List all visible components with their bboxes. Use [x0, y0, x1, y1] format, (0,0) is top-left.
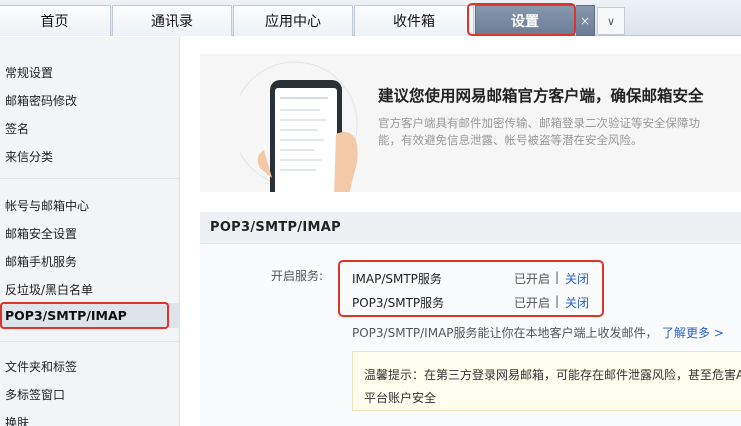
- sidebar-divider: [0, 178, 180, 179]
- tip-text-line-1: 温馨提示：在第三方登录网易邮箱，可能存在邮件泄露风险，甚至危害Ap: [364, 368, 741, 382]
- warning-tip-box: 温馨提示：在第三方登录网易邮箱，可能存在邮件泄露风险，甚至危害Ap 平台账户安全: [352, 351, 741, 411]
- sidebar-item-security[interactable]: 邮箱安全设置: [5, 225, 77, 242]
- tab-home[interactable]: 首页: [0, 5, 111, 36]
- sidebar-item-folders-tags[interactable]: 文件夹和标签: [5, 358, 77, 375]
- tab-contacts[interactable]: 通讯录: [112, 5, 232, 36]
- sidebar-item-signature[interactable]: 签名: [5, 120, 29, 137]
- sidebar-item-multi-tab[interactable]: 多标签窗口: [5, 386, 65, 403]
- highlight-box-settings-tab: [467, 3, 576, 36]
- sidebar-item-mobile-service[interactable]: 邮箱手机服务: [5, 253, 77, 270]
- client-promo-banner: 建议您使用网易邮箱官方客户端，确保邮箱安全 官方客户端具有邮件加密传输、邮箱登录…: [200, 54, 741, 192]
- tab-inbox[interactable]: 收件箱: [354, 5, 474, 36]
- sidebar-item-password[interactable]: 邮箱密码修改: [5, 92, 77, 109]
- tab-bar: 首页 通讯录 应用中心 收件箱 设置 × ∨: [0, 0, 741, 36]
- highlight-box-services: [338, 260, 604, 317]
- learn-more-link[interactable]: 了解更多 >: [662, 324, 724, 341]
- sidebar-item-anti-spam[interactable]: 反垃圾/黑白名单: [5, 281, 93, 298]
- tab-app-center[interactable]: 应用中心: [233, 5, 353, 36]
- close-icon[interactable]: ×: [576, 5, 595, 36]
- sidebar-divider: [0, 341, 180, 342]
- sidebar-item-mail-sorting[interactable]: 来信分类: [5, 148, 53, 165]
- phone-illustration: [240, 61, 358, 192]
- chevron-down-icon[interactable]: ∨: [597, 7, 625, 35]
- section-title: POP3/SMTP/IMAP: [210, 220, 341, 235]
- sidebar-item-skin[interactable]: 换肤: [5, 414, 29, 426]
- highlight-box-sidebar-item: [0, 302, 169, 329]
- service-info-text: POP3/SMTP/IMAP服务能让你在本地客户端上收发邮件，: [352, 326, 658, 340]
- settings-sidebar: 常规设置 邮箱密码修改 签名 来信分类 帐号与邮箱中心 邮箱安全设置 邮箱手机服…: [0, 37, 180, 426]
- tip-text-line-2: 平台账户安全: [364, 391, 437, 405]
- sidebar-item-general[interactable]: 常规设置: [5, 64, 53, 81]
- banner-title: 建议您使用网易邮箱官方客户端，确保邮箱安全: [378, 87, 704, 105]
- sidebar-item-account-center[interactable]: 帐号与邮箱中心: [5, 197, 89, 214]
- banner-description: 官方客户端具有邮件加密传输、邮箱登录二次验证等安全保障功能，有效避免信息泄露、帐…: [378, 116, 700, 147]
- open-service-label: 开启服务:: [271, 269, 324, 283]
- section-header: POP3/SMTP/IMAP: [200, 212, 741, 244]
